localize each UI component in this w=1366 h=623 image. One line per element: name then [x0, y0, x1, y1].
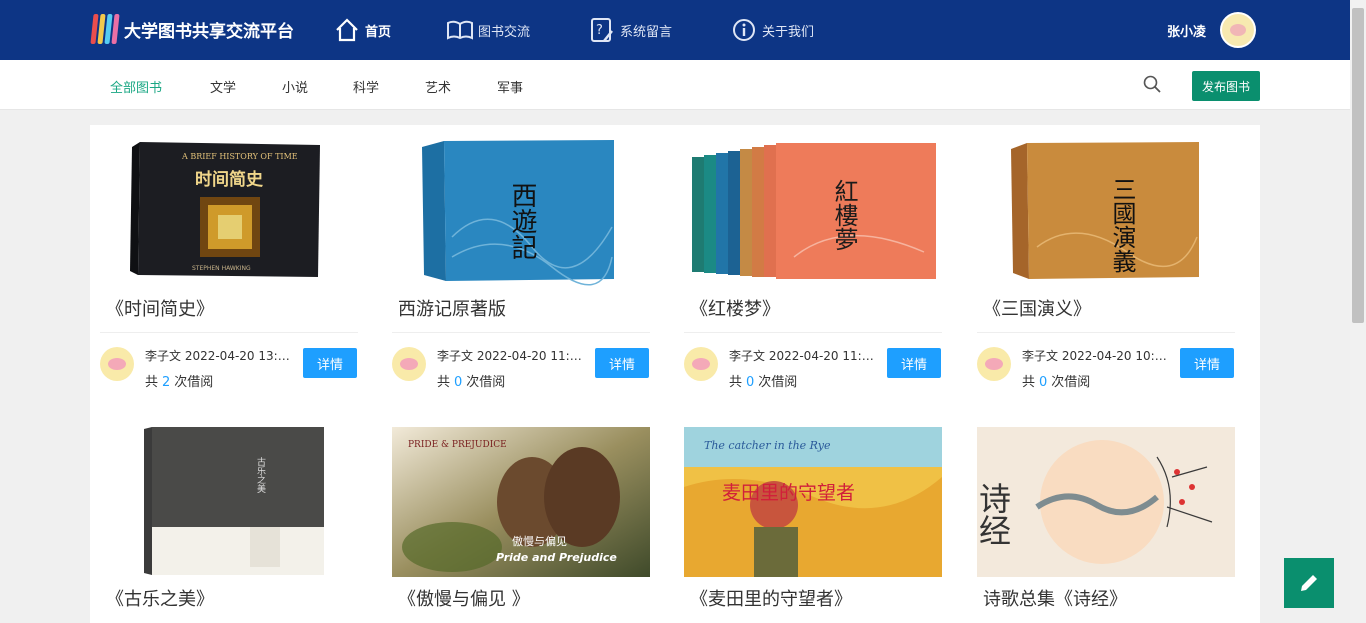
cover-title: 麦田里的守望者 [722, 482, 855, 504]
book-cover[interactable]: 古乐之美 [100, 427, 358, 577]
borrow-count: 共 0 次借阅 [1022, 375, 1091, 390]
book-card[interactable]: 西遊記 西游记原著版 李子文 2022-04-20 11:07... 共 0 次借阅… [392, 137, 650, 392]
avatar [684, 347, 718, 381]
detail-button[interactable]: 详情 [1180, 348, 1234, 378]
borrow-count: 共 0 次借阅 [729, 375, 798, 390]
nav-exchange-label: 图书交流 [478, 24, 531, 40]
divider [100, 332, 358, 333]
borrow-count: 共 0 次借阅 [437, 375, 506, 390]
cover-sub: Pride and Prejudice [496, 551, 617, 564]
book-title[interactable]: 西游记原著版 [398, 295, 506, 321]
category-novel[interactable]: 小说 [282, 77, 308, 96]
scrollbar-thumb[interactable] [1352, 8, 1364, 323]
book-meta: 李子文 2022-04-20 11:07... [437, 349, 587, 363]
divider [977, 332, 1235, 333]
book-title[interactable]: 《三国演义》 [983, 295, 1091, 321]
detail-button[interactable]: 详情 [303, 348, 357, 378]
scrollbar[interactable] [1350, 0, 1366, 623]
book-meta: 李子文 2022-04-20 13:13... [145, 349, 295, 363]
top-navbar: 大学图书共享交流平台 首页 图书交流 ? 系统留言 关于我们 张小凌 [0, 0, 1350, 60]
book-title[interactable]: 《时间简史》 [106, 295, 214, 321]
user-name: 张小凌 [1167, 24, 1207, 40]
nav-about-label: 关于我们 [762, 24, 815, 40]
book-cover[interactable]: A BRIEF HISTORY OF TIME 时间简史 STEPHEN HAW… [100, 137, 358, 287]
cover-title: 三國演義 [1108, 177, 1136, 273]
publish-book-button[interactable]: 发布图书 [1192, 71, 1260, 101]
cover-top-title: PRIDE & PREJUDICE [408, 440, 507, 450]
cover-sub: A BRIEF HISTORY OF TIME [181, 152, 298, 161]
question-edit-icon: ? [588, 16, 616, 44]
edit-button[interactable] [1284, 558, 1334, 608]
detail-button[interactable]: 详情 [595, 348, 649, 378]
divider [684, 332, 942, 333]
nav-message[interactable]: ? 系统留言 [588, 0, 672, 60]
book-title[interactable]: 《红楼梦》 [690, 295, 780, 321]
book-title[interactable]: 诗歌总集《诗经》 [983, 585, 1127, 611]
site-logo[interactable]: 大学图书共享交流平台 [90, 14, 294, 44]
book-cover[interactable]: The catcher in the Rye 麦田里的守望者 [684, 427, 942, 577]
cover-title: 诗经 [977, 482, 1012, 546]
book-list-panel: A BRIEF HISTORY OF TIME 时间简史 STEPHEN HAW… [90, 125, 1260, 623]
category-science[interactable]: 科学 [353, 77, 379, 96]
book-title[interactable]: 《麦田里的守望者》 [690, 585, 852, 611]
book-card[interactable]: PRIDE & PREJUDICE 傲慢与偏见 Pride and Prejud… [392, 427, 650, 623]
book-card[interactable]: 古乐之美 《古乐之美》 [100, 427, 358, 623]
cover-title: 时间简史 [195, 169, 264, 190]
nav-about[interactable]: 关于我们 [730, 0, 814, 60]
borrow-count: 共 2 次借阅 [145, 375, 214, 390]
category-art[interactable]: 艺术 [425, 77, 451, 96]
book-cover[interactable]: 紅樓夢 [684, 137, 942, 287]
book-title[interactable]: 《古乐之美》 [106, 585, 214, 611]
avatar[interactable] [1220, 12, 1257, 48]
divider [392, 332, 650, 333]
books-logo-icon [90, 14, 120, 44]
category-all[interactable]: 全部图书 [110, 77, 162, 96]
cover-author: STEPHEN HAWKING [192, 265, 251, 272]
book-open-icon [446, 16, 474, 44]
book-card[interactable]: 三國演義 《三国演义》 李子文 2022-04-20 10:38... 共 0 次借… [977, 137, 1235, 392]
cover-title: 紅樓夢 [830, 179, 858, 251]
user-menu[interactable]: 张小凌 [1167, 12, 1257, 48]
avatar [100, 347, 134, 381]
home-icon [333, 16, 361, 44]
svg-text:?: ? [596, 23, 603, 38]
site-title: 大学图书共享交流平台 [124, 21, 294, 42]
nav-exchange[interactable]: 图书交流 [446, 0, 530, 60]
nav-home-label: 首页 [365, 24, 392, 40]
nav-home[interactable]: 首页 [333, 0, 391, 60]
book-meta: 李子文 2022-04-20 11:01... [729, 349, 879, 363]
cover-title: 西遊記 [507, 182, 537, 260]
avatar [392, 347, 426, 381]
info-icon [730, 16, 758, 44]
cover-title: 傲慢与偏见 [512, 534, 567, 548]
category-literature[interactable]: 文学 [210, 77, 236, 96]
cover-title: 古乐之美 [255, 456, 266, 494]
book-card[interactable]: The catcher in the Rye 麦田里的守望者 《麦田里的守望者》 [684, 427, 942, 623]
book-title[interactable]: 《傲慢与偏见 》 [398, 585, 530, 611]
detail-button[interactable]: 详情 [887, 348, 941, 378]
book-card[interactable]: 紅樓夢 《红楼梦》 李子文 2022-04-20 11:01... 共 0 次借阅 … [684, 137, 942, 392]
book-cover[interactable]: 西遊記 [392, 137, 650, 287]
book-cover[interactable]: 三國演義 [977, 137, 1235, 287]
book-cover[interactable]: 诗经 [977, 427, 1235, 577]
book-card[interactable]: 诗经 诗歌总集《诗经》 [977, 427, 1235, 623]
avatar [977, 347, 1011, 381]
book-cover[interactable]: PRIDE & PREJUDICE 傲慢与偏见 Pride and Prejud… [392, 427, 650, 577]
search-icon[interactable] [1143, 75, 1161, 93]
pencil-icon [1301, 575, 1317, 591]
cover-sub: The catcher in the Rye [704, 439, 831, 452]
book-meta: 李子文 2022-04-20 10:38... [1022, 349, 1172, 363]
nav-message-label: 系统留言 [620, 24, 673, 40]
category-military[interactable]: 军事 [497, 77, 523, 96]
book-card[interactable]: A BRIEF HISTORY OF TIME 时间简史 STEPHEN HAW… [100, 137, 358, 392]
